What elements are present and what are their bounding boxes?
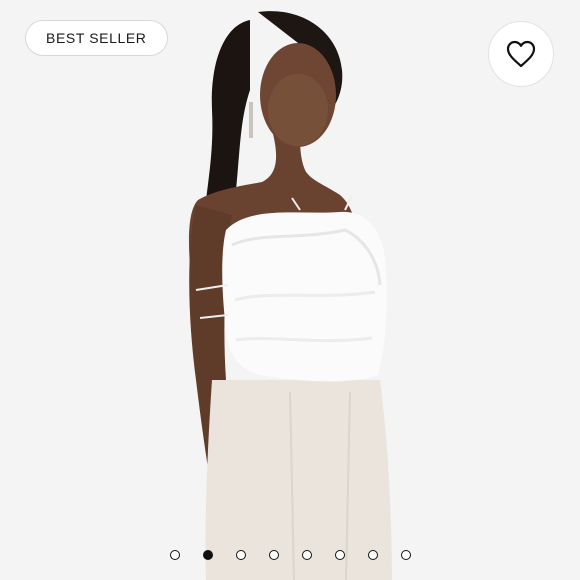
- carousel-dot[interactable]: [400, 550, 411, 560]
- carousel-dot[interactable]: [367, 550, 378, 560]
- favorite-button[interactable]: [488, 21, 554, 87]
- best-seller-label: BEST SELLER: [46, 30, 147, 46]
- heart-icon: [506, 40, 536, 68]
- carousel-dot[interactable]: [235, 550, 246, 560]
- carousel-dot[interactable]: [301, 550, 312, 560]
- carousel-dot[interactable]: [202, 550, 213, 560]
- carousel-indicators: [0, 550, 580, 564]
- best-seller-badge: BEST SELLER: [25, 20, 168, 56]
- carousel-dot[interactable]: [169, 550, 180, 560]
- carousel-dot[interactable]: [334, 550, 345, 560]
- product-image-viewer: BEST SELLER: [0, 0, 580, 580]
- carousel-dot[interactable]: [268, 550, 279, 560]
- product-photo[interactable]: [0, 0, 580, 580]
